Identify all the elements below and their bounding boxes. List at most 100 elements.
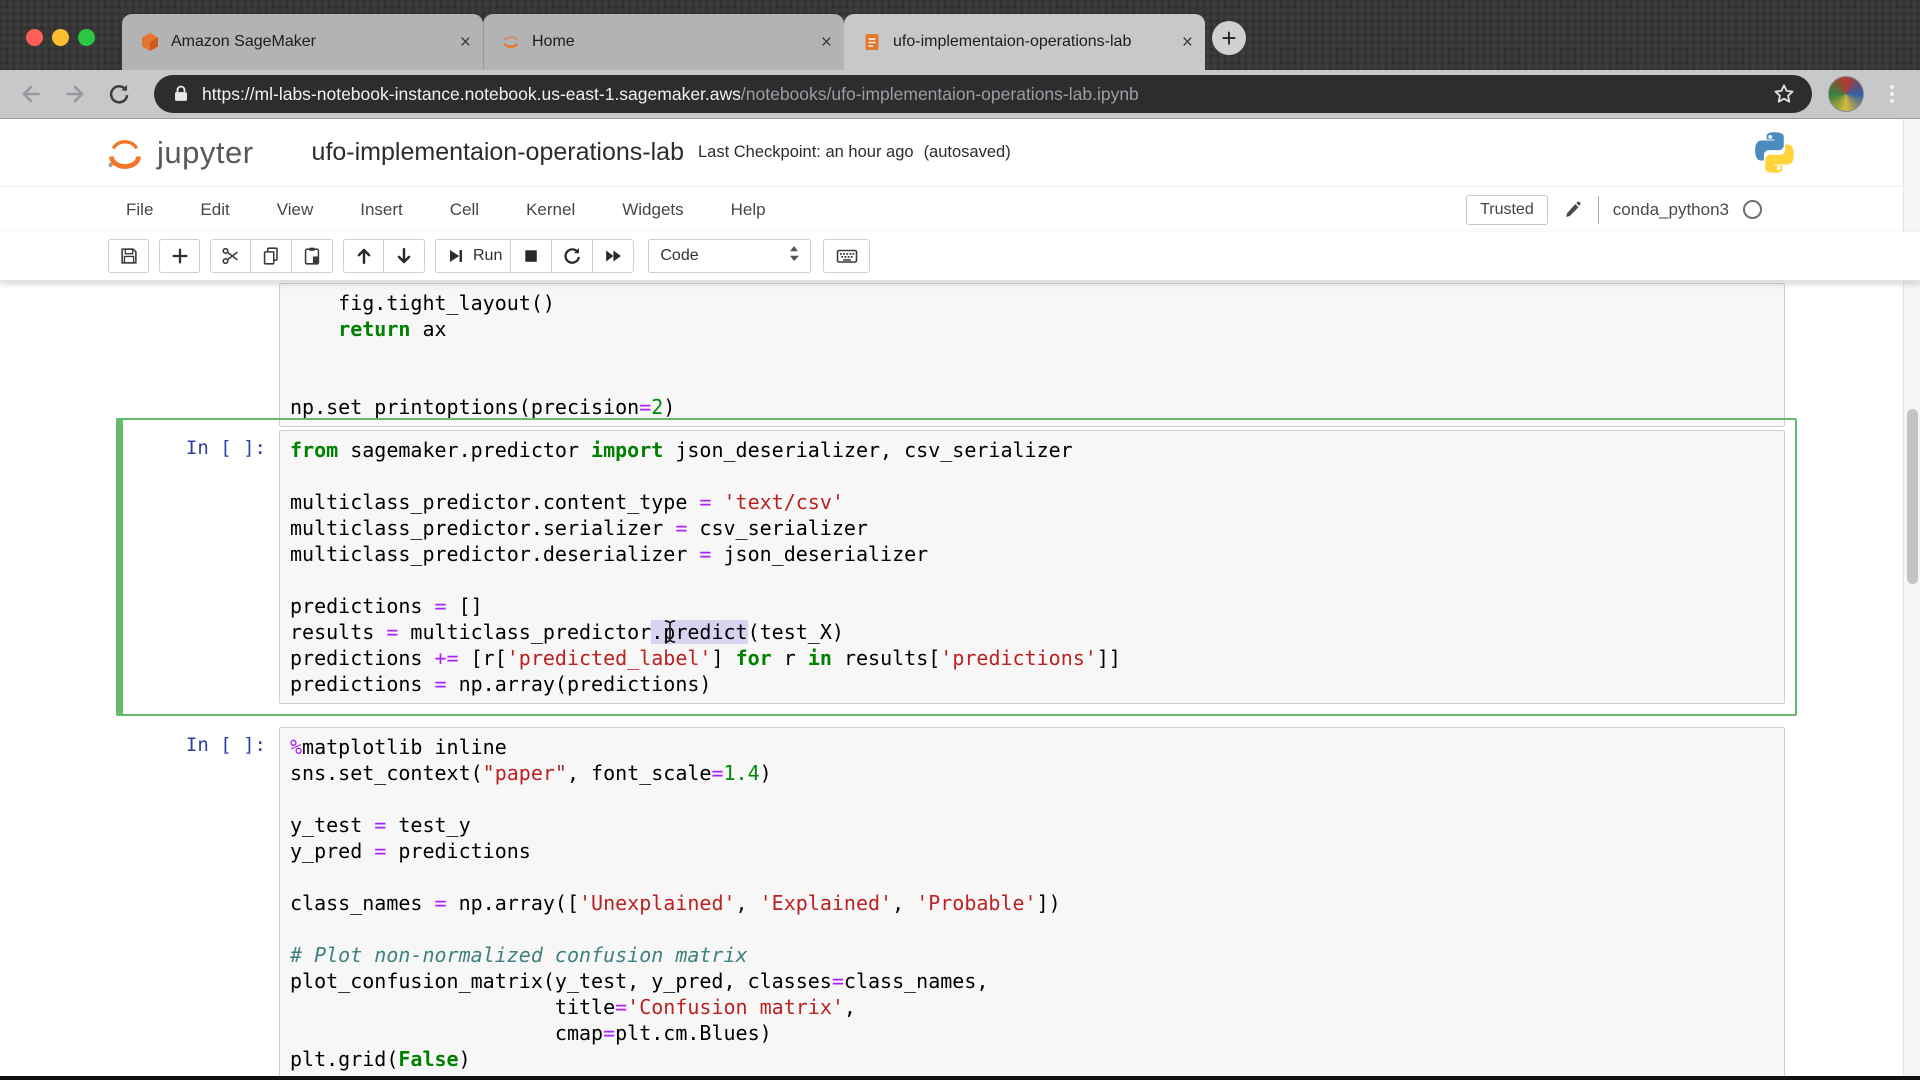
restart-run-all-icon [602,245,624,267]
address-bar[interactable]: https://ml-labs-notebook-instance.notebo… [154,75,1812,113]
toolbar-groups: Run [108,239,644,273]
cell-type-select[interactable]: Code [648,239,812,273]
code-line: cmap=plt.cm.Blues) [290,1021,772,1045]
browser-tab[interactable]: Amazon SageMaker × [122,14,483,70]
trusted-button[interactable]: Trusted [1466,194,1548,225]
forward-icon[interactable] [62,81,88,107]
code-line: y_test = test_y [290,813,471,837]
cell-code-editor[interactable]: %matplotlib inline sns.set_context("paper… [279,727,1785,1076]
tab-close-icon[interactable]: × [821,33,832,52]
copy-cell-button[interactable] [251,239,292,273]
reload-icon[interactable] [106,81,132,107]
autosave-status: (autosaved) [923,143,1011,161]
command-palette-button[interactable] [823,239,871,273]
code-line: return ax [338,317,447,341]
bookmark-star-icon[interactable] [1772,82,1796,106]
url-origin: https://ml-labs-notebook-instance.notebo… [202,83,741,104]
move-down-button[interactable] [384,239,425,273]
code-line: predictions = np.array(predictions) [290,672,712,696]
menu-item-kernel[interactable]: Kernel [526,200,575,220]
cell-code-editor[interactable]: fig.tight_layout() return ax np.set_print… [279,283,1785,427]
tab-title: ufo-implementaion-operations-lab [893,33,1174,51]
restart-run-all-button[interactable] [593,239,635,273]
browser-toolbar: https://ml-labs-notebook-instance.notebo… [0,70,1920,119]
paste-cell-icon [301,245,323,267]
move-up-button[interactable] [343,239,384,273]
notebook-menubar: File Edit View Insert Cell Kernel Widgets Help … [0,186,1920,232]
code-line: plt.grid(False) [290,1047,471,1071]
tab-close-icon[interactable]: × [460,33,471,52]
notebook-title[interactable]: ufo-implementaion-operations-lab [312,138,684,167]
code-line: predictions += [r['predicted_label'] for… [290,646,1121,670]
save-icon [118,245,140,267]
code-line: title='Confusion matrix', [290,995,856,1019]
zoom-window-button[interactable] [78,29,95,46]
menu-items-container: File Edit View Insert Cell Kernel Widgets Help [126,200,813,220]
back-icon[interactable] [18,81,44,107]
code-line: %matplotlib inline [290,735,507,759]
toolbar-button-group: Run [435,239,635,273]
run-button[interactable]: Run [435,239,512,273]
code-line: multiclass_predictor.deserializer = json… [290,542,929,566]
toolbar-button-group [108,239,149,273]
notebook-cells: fig.tight_layout() return ax np.set_print… [0,281,1920,1076]
menu-item-widgets[interactable]: Widgets [622,200,683,220]
run-button-label: Run [473,247,503,264]
select-arrows-icon [789,245,800,267]
browser-tabs: Amazon SageMaker × Home × ufo-implementaion-… [122,14,1205,70]
notebook-file-icon [862,32,882,52]
cell-code-editor[interactable]: from sagemaker.predictor import json_des… [279,430,1785,704]
tab-close-icon[interactable]: × [1182,33,1193,52]
menu-item-insert[interactable]: Insert [360,200,403,220]
close-window-button[interactable] [26,29,43,46]
python-logo-icon [1751,129,1798,176]
paste-cell-button[interactable] [292,239,333,273]
browser-menu-icon[interactable] [1880,82,1904,106]
profile-avatar[interactable] [1828,76,1864,112]
notebook-toolbar: Run Code [0,232,1920,281]
move-up-icon [353,245,375,267]
cell-input-prompt: In [ ]: [185,437,266,459]
stop-button[interactable] [511,239,553,273]
cut-cell-button[interactable] [210,239,251,273]
divider [1597,195,1599,224]
code-cell[interactable]: fig.tight_layout() return ax np.set_print… [116,281,1797,439]
browser-tab[interactable]: Home × [483,14,844,70]
keyboard-icon [835,244,859,268]
jupyter-wordmark[interactable]: jupyter [157,135,254,171]
tab-title: Home [532,33,813,51]
menu-item-edit[interactable]: Edit [200,200,229,220]
new-tab-button[interactable]: + [1212,21,1246,55]
menu-item-file[interactable]: File [126,200,153,220]
cell-type-value: Code [660,247,699,264]
browser-tab[interactable]: ufo-implementaion-operations-lab × [844,14,1205,70]
restart-kernel-button[interactable] [552,239,594,273]
toolbar-button-group [343,239,425,273]
code-line: from sagemaker.predictor import json_des… [290,438,1073,462]
add-cell-button[interactable] [159,239,200,273]
menu-item-cell[interactable]: Cell [450,200,479,220]
code-line: results = multiclass_predictor.predict(t… [290,620,844,644]
cell-input-prompt [128,283,279,290]
code-line: multiclass_predictor.content_type = 'tex… [290,490,844,514]
code-cell-selected[interactable]: In [ ]: from sagemaker.predictor import j… [116,418,1797,716]
menu-item-view[interactable]: View [277,200,314,220]
minimize-window-button[interactable] [52,29,69,46]
menu-item-help[interactable]: Help [731,200,766,220]
checkpoint-status: Last Checkpoint: an hour ago [697,143,914,161]
save-button[interactable] [108,239,149,273]
code-line: y_pred = predictions [290,839,531,863]
edit-title-pencil-icon[interactable] [1562,199,1584,221]
scrollbar-thumb[interactable] [1907,409,1918,584]
window-bottom-edge [0,1076,1920,1080]
code-cell[interactable]: In [ ]: %matplotlib inline sns.set_context… [116,715,1797,1076]
jupyter-logo-icon[interactable] [103,131,147,175]
copy-cell-icon [260,245,282,267]
url-text: https://ml-labs-notebook-instance.notebo… [202,84,1139,105]
